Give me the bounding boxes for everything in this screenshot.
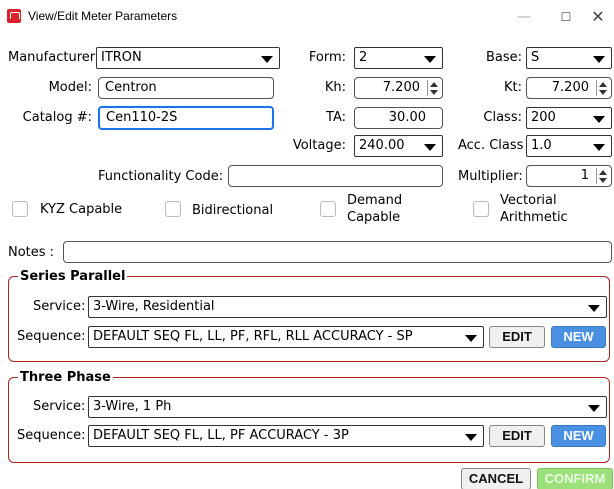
tp-sequence-label: Sequence: (17, 428, 86, 443)
sp-service-label: Service: (33, 299, 86, 314)
tp-sequence-value: DEFAULT SEQ FL, LL, PF ACCURACY - 3P (93, 428, 349, 443)
voltage-select[interactable]: 240.00 (354, 135, 443, 157)
kyz-capable-checkbox[interactable] (12, 201, 28, 217)
chevron-down-icon (593, 116, 605, 123)
vectorial-arithmetic-checkbox[interactable] (473, 201, 489, 217)
tp-service-value: 3-Wire, 1 Ph (93, 399, 172, 414)
sp-sequence-label: Sequence: (17, 329, 86, 344)
base-label: Base: (485, 50, 522, 65)
window-title: View/Edit Meter Parameters (28, 9, 178, 23)
catalog-label: Catalog #: (22, 110, 92, 125)
spinner-arrows-icon[interactable] (596, 168, 608, 184)
tp-edit-button[interactable]: EDIT (489, 425, 545, 447)
three-phase-title: Three Phase (18, 370, 113, 385)
vectorial-arithmetic-label-line2: Arithmetic (500, 210, 568, 225)
acc-class-value: 1.0 (531, 138, 552, 153)
notes-label: Notes : (8, 245, 55, 260)
demand-capable-checkbox[interactable] (320, 201, 336, 217)
chevron-down-icon (424, 56, 436, 63)
catalog-field[interactable]: Cen110-2S (98, 106, 274, 130)
kt-value: 7.200 (551, 80, 589, 95)
sp-sequence-value: DEFAULT SEQ FL, LL, PF, RFL, RLL ACCURAC… (93, 329, 413, 344)
spinner-arrows-icon[interactable] (427, 80, 439, 96)
series-parallel-group (8, 276, 610, 362)
close-button[interactable]: ✕ (578, 4, 614, 30)
sp-service-value: 3-Wire, Residential (93, 299, 215, 314)
catalog-value: Cen110-2S (106, 110, 178, 125)
chevron-down-icon (588, 405, 600, 412)
sp-sequence-select[interactable]: DEFAULT SEQ FL, LL, PF, RFL, RLL ACCURAC… (88, 326, 484, 348)
minimize-button[interactable]: — (504, 4, 544, 30)
kt-label: Kt: (503, 80, 522, 95)
sp-new-button[interactable]: NEW (551, 326, 606, 348)
vectorial-arithmetic-label-line1: Vectorial (500, 193, 557, 208)
series-parallel-title: Series Parallel (18, 269, 128, 284)
chevron-down-icon (261, 56, 273, 63)
functionality-code-label: Functionality Code: (98, 169, 224, 184)
tp-new-button[interactable]: NEW (551, 425, 606, 447)
tp-sequence-select[interactable]: DEFAULT SEQ FL, LL, PF ACCURACY - 3P (88, 425, 484, 447)
acc-class-select[interactable]: 1.0 (526, 135, 612, 157)
voltage-value: 240.00 (359, 138, 405, 153)
demand-capable-label-line2: Capable (347, 210, 401, 225)
kh-value: 7.200 (382, 80, 420, 95)
tp-service-label: Service: (33, 399, 86, 414)
bidirectional-checkbox[interactable] (165, 201, 181, 217)
acc-class-label: Acc. Class (458, 138, 524, 153)
chevron-down-icon (424, 144, 436, 151)
chevron-down-icon (593, 144, 605, 151)
sp-edit-button[interactable]: EDIT (489, 326, 545, 348)
ta-label: TA: (326, 110, 346, 125)
base-select[interactable]: S (526, 47, 612, 69)
confirm-button[interactable]: CONFIRM (537, 468, 613, 489)
class-value: 200 (531, 110, 556, 125)
model-field[interactable]: Centron (98, 77, 274, 99)
kt-stepper[interactable]: 7.200 (526, 77, 612, 99)
title-bar: View/Edit Meter Parameters — ☐ ✕ (0, 0, 614, 34)
manufacturer-label: Manufacturer: (8, 50, 100, 65)
ta-value: 30.00 (388, 110, 426, 125)
ta-field[interactable]: 30.00 (354, 107, 443, 129)
multiplier-label: Multiplier: (458, 169, 523, 184)
bidirectional-label: Bidirectional (192, 203, 274, 218)
multiplier-stepper[interactable]: 1 (526, 165, 612, 187)
chevron-down-icon (593, 56, 605, 63)
manufacturer-select[interactable]: ITRON (96, 47, 280, 69)
functionality-code-field[interactable] (228, 165, 443, 187)
demand-capable-label-line1: Demand (347, 193, 403, 208)
tp-service-select[interactable]: 3-Wire, 1 Ph (88, 396, 607, 418)
chevron-down-icon (465, 335, 477, 342)
kh-stepper[interactable]: 7.200 (354, 77, 443, 99)
class-select[interactable]: 200 (526, 107, 612, 129)
model-value: Centron (105, 80, 157, 95)
multiplier-value: 1 (580, 168, 589, 183)
base-value: S (531, 50, 540, 65)
model-label: Model: (48, 80, 92, 95)
notes-field[interactable] (63, 241, 612, 263)
sp-service-select[interactable]: 3-Wire, Residential (88, 296, 607, 318)
chevron-down-icon (588, 305, 600, 312)
class-label: Class: (483, 110, 522, 125)
form-select[interactable]: 2 (354, 47, 443, 69)
cancel-button[interactable]: CANCEL (461, 468, 531, 489)
chevron-down-icon (465, 434, 477, 441)
voltage-label: Voltage: (292, 138, 346, 153)
form-label: Form: (308, 50, 346, 65)
spinner-arrows-icon[interactable] (596, 80, 608, 96)
three-phase-group (8, 377, 610, 463)
manufacturer-value: ITRON (101, 50, 142, 65)
kyz-capable-label: KYZ Capable (40, 202, 123, 217)
kh-label: Kh: (324, 80, 346, 95)
form-value: 2 (359, 50, 368, 65)
app-icon (7, 9, 21, 23)
